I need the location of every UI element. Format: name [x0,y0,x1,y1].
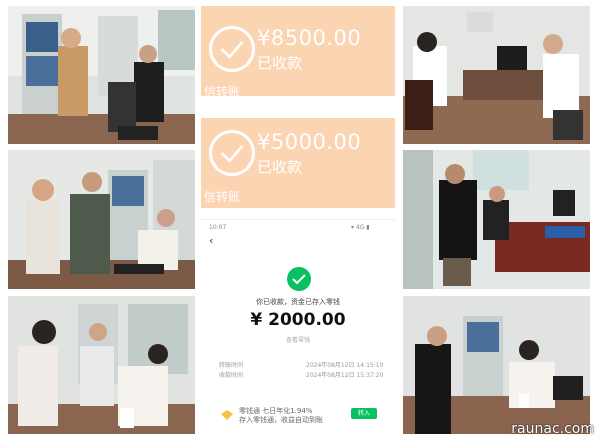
payment-status: 已收款 [257,54,303,72]
photo-office-left-middle [8,150,195,289]
photo-office-right-middle [403,150,590,289]
receive-time-value: 2024年08月12日 15:37:20 [306,372,384,379]
deposit-button[interactable]: 转入 [351,408,377,419]
received-message: 你已收款，资金已存入零钱 [256,298,340,306]
status-bar-icons: ▾ 4G ▮ [351,224,370,231]
payment-card-second: ¥5000.00 已收款 信转账 [201,118,395,208]
back-icon[interactable]: ‹ [209,234,213,247]
photo-office-right-bottom [403,296,590,434]
phone-screenshot-payment-received: 10:07 ▾ 4G ▮ ‹ 你已收款，资金已存入零钱 ¥ 2000.00 查看… [201,219,395,439]
photo-office-left-bottom [8,296,195,434]
transfer-label: 信转账 [204,85,241,96]
transfer-time-label: 转账时间 [219,362,244,369]
watermark-text: raunac.com [511,421,594,437]
transfer-time-value: 2024年08月12日 14:15:10 [306,362,384,369]
promo-subtitle: 存入零钱通，收益自动到账 [239,416,323,424]
payment-status: 已收款 [257,158,303,176]
check-circle-icon [209,130,255,176]
photo-office-left-top [8,6,195,144]
payment-amount: ¥8500.00 [257,26,362,50]
diamond-icon [221,410,233,420]
transfer-label: 信转账 [204,190,241,204]
status-bar-time: 10:07 [209,224,227,231]
photo-office-right-top [403,6,590,144]
payment-amount: ¥5000.00 [257,130,362,154]
check-circle-icon [209,26,255,72]
received-amount: ¥ 2000.00 [250,310,346,330]
success-check-icon [287,267,311,291]
payment-card-first: ¥8500.00 已收款 信转账 [201,6,395,96]
receive-time-label: 收款时间 [219,372,244,379]
view-balance-link[interactable]: 查看零钱 [201,335,395,344]
